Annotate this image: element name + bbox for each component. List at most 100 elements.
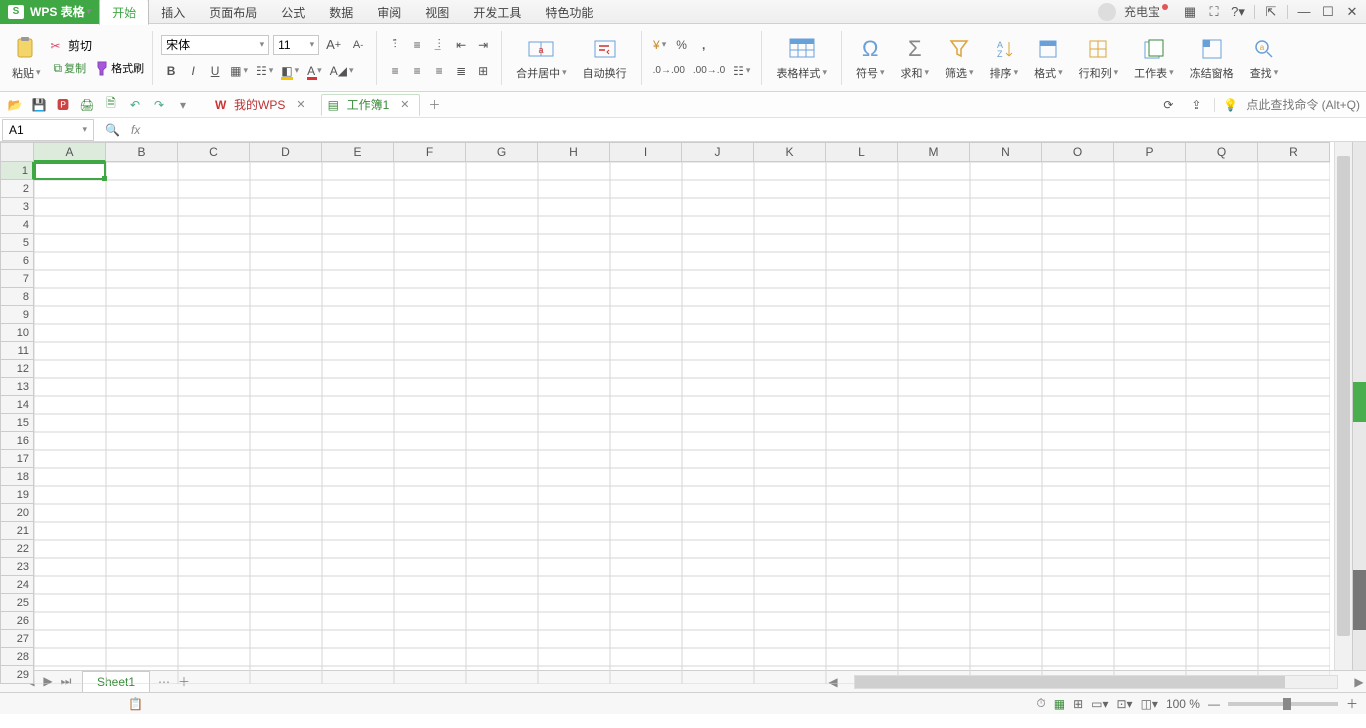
- row-header[interactable]: 4: [0, 216, 34, 234]
- print-preview-icon[interactable]: 🗎: [102, 96, 120, 114]
- avatar[interactable]: [1098, 3, 1116, 21]
- column-header[interactable]: G: [466, 142, 538, 162]
- new-tab-icon[interactable]: ＋: [424, 95, 444, 115]
- side-panel[interactable]: [1352, 142, 1366, 670]
- row-header[interactable]: 18: [0, 468, 34, 486]
- name-box[interactable]: A1▾: [2, 119, 94, 141]
- rowcol-group[interactable]: 行和列▾: [1073, 35, 1125, 81]
- row-header[interactable]: 20: [0, 504, 34, 522]
- filter-group[interactable]: 筛选▾: [939, 35, 980, 81]
- column-header[interactable]: C: [178, 142, 250, 162]
- share-icon[interactable]: ⇪: [1186, 95, 1206, 115]
- row-header[interactable]: 27: [0, 630, 34, 648]
- tab-review[interactable]: 审阅: [365, 0, 413, 24]
- comma-icon[interactable]: ,: [694, 35, 714, 55]
- zoom-out-icon[interactable]: —: [1208, 697, 1220, 711]
- row-header[interactable]: 8: [0, 288, 34, 306]
- export-pdf-icon[interactable]: 🅿: [54, 96, 72, 114]
- font-color-button[interactable]: A▾: [304, 61, 325, 81]
- side-handle2-icon[interactable]: [1353, 570, 1366, 630]
- bold-button[interactable]: B: [161, 61, 181, 81]
- underline-button[interactable]: U: [205, 61, 225, 81]
- close-button[interactable]: ✕: [1344, 4, 1360, 20]
- open-icon[interactable]: 📂: [6, 96, 24, 114]
- italic-button[interactable]: I: [183, 61, 203, 81]
- fill-color-button[interactable]: ◧▾: [278, 61, 302, 81]
- view-normal-icon[interactable]: ▦: [1054, 697, 1065, 711]
- align-center-icon[interactable]: ≡: [407, 61, 427, 81]
- font-name-select[interactable]: 宋体▾: [161, 35, 269, 55]
- column-header[interactable]: N: [970, 142, 1042, 162]
- format-painter-button[interactable]: 格式刷: [95, 60, 144, 76]
- column-header[interactable]: A: [34, 142, 106, 162]
- align-right-icon[interactable]: ≡: [429, 61, 449, 81]
- fx-icon[interactable]: fx: [131, 123, 140, 137]
- row-header[interactable]: 5: [0, 234, 34, 252]
- merge-center-group[interactable]: a 合并居中▾: [510, 35, 573, 81]
- clipboard-status-icon[interactable]: 📋: [128, 697, 143, 711]
- zoom-in-icon[interactable]: ＋: [1346, 695, 1358, 712]
- column-header[interactable]: E: [322, 142, 394, 162]
- horizontal-scrollbar[interactable]: ◀ ▶: [826, 673, 1366, 691]
- column-header[interactable]: Q: [1186, 142, 1258, 162]
- tshirt-icon[interactable]: ⛶: [1206, 4, 1222, 20]
- formula-input[interactable]: [146, 119, 1366, 141]
- zoom-slider[interactable]: [1228, 702, 1338, 706]
- row-header[interactable]: 12: [0, 360, 34, 378]
- table-style-group[interactable]: 表格样式▾: [770, 35, 833, 81]
- increase-decimal-icon[interactable]: .0→.00: [650, 61, 688, 81]
- row-header[interactable]: 15: [0, 414, 34, 432]
- qat-dropdown-icon[interactable]: ▾: [174, 96, 192, 114]
- align-bottom-icon[interactable]: ⫶̲: [429, 35, 449, 55]
- row-header[interactable]: 6: [0, 252, 34, 270]
- clear-format-button[interactable]: A◢▾: [327, 61, 357, 81]
- column-header[interactable]: D: [250, 142, 322, 162]
- cut-button[interactable]: ✂ 剪切: [51, 37, 145, 54]
- user-name[interactable]: 充电宝: [1124, 3, 1160, 20]
- row-header[interactable]: 10: [0, 324, 34, 342]
- vertical-scrollbar[interactable]: [1334, 142, 1352, 670]
- row-header[interactable]: 21: [0, 522, 34, 540]
- column-header[interactable]: P: [1114, 142, 1186, 162]
- row-header[interactable]: 13: [0, 378, 34, 396]
- row-header[interactable]: 23: [0, 558, 34, 576]
- align-top-icon[interactable]: ⫶̄: [385, 35, 405, 55]
- paste-icon[interactable]: [12, 35, 40, 63]
- percent-icon[interactable]: %: [672, 35, 692, 55]
- wrap-text-group[interactable]: 自动换行: [577, 35, 633, 81]
- zoom-knob[interactable]: [1283, 698, 1291, 710]
- decrease-decimal-icon[interactable]: .00→.0: [690, 61, 728, 81]
- minimize-button[interactable]: —: [1296, 4, 1312, 19]
- tab-view[interactable]: 视图: [413, 0, 461, 24]
- copy-button[interactable]: ⧉复制: [51, 58, 90, 78]
- row-header[interactable]: 19: [0, 486, 34, 504]
- column-header[interactable]: M: [898, 142, 970, 162]
- row-header[interactable]: 16: [0, 432, 34, 450]
- search-hint[interactable]: 点此查找命令 (Alt+Q): [1246, 96, 1360, 113]
- redo-icon[interactable]: ↷: [150, 96, 168, 114]
- freeze-group[interactable]: 冻结窗格: [1184, 35, 1240, 81]
- merge-cells-icon[interactable]: ⊞: [473, 61, 493, 81]
- shrink-font-icon[interactable]: A-: [348, 35, 368, 55]
- close-tab-icon[interactable]: ✕: [400, 98, 409, 111]
- font-size-select[interactable]: 11▾: [273, 35, 319, 55]
- doctab-workbook1[interactable]: ▤ 工作簿1 ✕: [321, 94, 421, 116]
- tab-special[interactable]: 特色功能: [533, 0, 605, 24]
- row-header[interactable]: 24: [0, 576, 34, 594]
- view-custom-icon[interactable]: ⊡▾: [1117, 697, 1133, 711]
- save-icon[interactable]: 💾: [30, 96, 48, 114]
- column-header[interactable]: O: [1042, 142, 1114, 162]
- vscroll-thumb[interactable]: [1337, 156, 1350, 636]
- row-header[interactable]: 26: [0, 612, 34, 630]
- number-format-icon[interactable]: ☷▾: [730, 61, 753, 81]
- tab-page-layout[interactable]: 页面布局: [197, 0, 269, 24]
- hscroll-thumb[interactable]: [855, 676, 1285, 688]
- row-header[interactable]: 29: [0, 666, 34, 684]
- align-justify-icon[interactable]: ≣: [451, 61, 471, 81]
- column-header[interactable]: H: [538, 142, 610, 162]
- sort-group[interactable]: AZ 排序▾: [984, 35, 1025, 81]
- help-menu[interactable]: ?▾: [1230, 4, 1246, 20]
- paste-label[interactable]: 粘贴▾: [12, 65, 41, 81]
- zoom-lens-icon[interactable]: 🔍: [102, 120, 123, 140]
- row-header[interactable]: 7: [0, 270, 34, 288]
